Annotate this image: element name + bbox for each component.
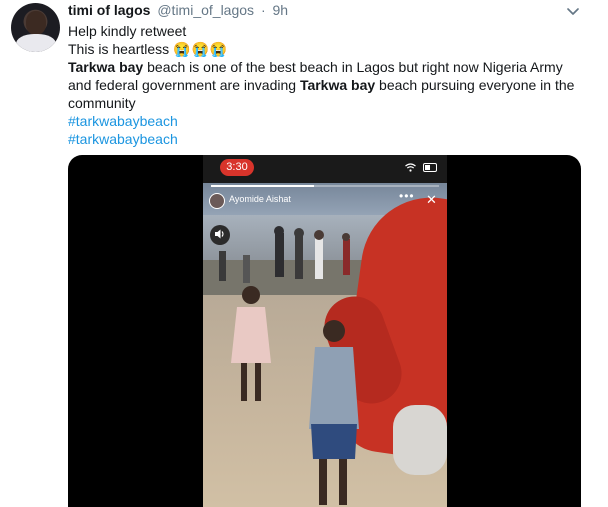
- tweet-line: This is heartless 😭😭😭: [68, 40, 588, 58]
- avatar-face: [26, 11, 46, 35]
- battery-icon: [423, 162, 437, 172]
- status-clock: 3:30: [220, 159, 254, 176]
- tweet-line-text: This is heartless: [68, 41, 170, 57]
- tweet-line-text: community: [68, 95, 136, 111]
- tweet-line: Tarkwa bay beach is one of the best beac…: [68, 58, 588, 76]
- close-icon[interactable]: ✕: [426, 193, 437, 206]
- story-progress-bar: [211, 185, 439, 187]
- tweet-line: Help kindly retweet: [68, 22, 588, 40]
- more-icon[interactable]: •••: [399, 189, 415, 203]
- child-figure: [309, 320, 359, 505]
- display-name[interactable]: timi of lagos: [68, 2, 150, 18]
- hashtag-link[interactable]: #tarkwabaybeach: [68, 130, 588, 148]
- tweet-line-text: Help kindly retweet: [68, 23, 187, 39]
- phone-status-bar: 3:30: [203, 155, 447, 183]
- speaker-icon[interactable]: [210, 225, 230, 245]
- story-username[interactable]: Ayomide Aishat: [229, 194, 291, 204]
- tweet-line-text: beach pursuing everyone in the: [375, 77, 575, 93]
- wifi-icon: [405, 161, 419, 173]
- crying-emoji: 😭😭😭: [173, 41, 229, 57]
- avatar-shirt: [16, 34, 56, 52]
- hashtag-link[interactable]: #tarkwabaybeach: [68, 112, 588, 130]
- tweet-line: community: [68, 94, 588, 112]
- child-figure: [231, 286, 271, 401]
- tweet-time[interactable]: 9h: [273, 2, 289, 18]
- white-cloth: [393, 405, 447, 475]
- separator-dot: ·: [260, 2, 266, 18]
- video-frame[interactable]: 3:30 Ayomide Aishat ••• ✕: [203, 155, 447, 507]
- tweet-line: and federal government are invading Tark…: [68, 76, 588, 94]
- tweet-text: Help kindly retweet This is heartless 😭😭…: [68, 22, 588, 148]
- chevron-down-icon[interactable]: [565, 3, 581, 19]
- status-icons: [405, 161, 437, 173]
- story-progress-fill: [211, 185, 314, 187]
- tweet-header: timi of lagos @timi_of_lagos · 9h: [68, 1, 288, 19]
- bold-location: Tarkwa bay: [299, 77, 376, 93]
- story-avatar[interactable]: [209, 193, 225, 209]
- video-player[interactable]: 3:30 Ayomide Aishat ••• ✕: [68, 155, 581, 507]
- tweet-line-text: and federal government are invading: [68, 77, 300, 93]
- bold-location: Tarkwa bay: [68, 59, 144, 75]
- avatar[interactable]: [11, 3, 60, 52]
- tweet-line-text: beach is one of the best beach in Lagos …: [143, 59, 563, 75]
- user-handle[interactable]: @timi_of_lagos: [157, 2, 254, 18]
